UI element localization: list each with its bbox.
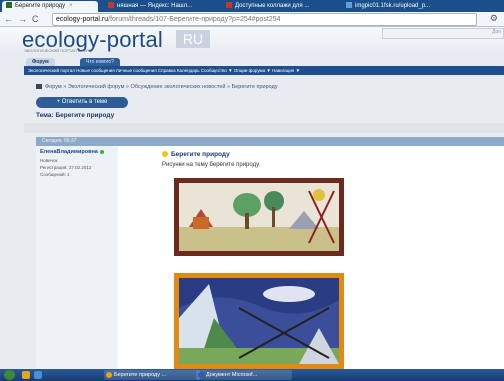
post-text: Рисунки на тему берегите природу. bbox=[162, 162, 261, 168]
site-slogan: ЭКОЛОГИЧЕСКИЙ ПОРТАЛ СФЕРЫ bbox=[24, 48, 93, 53]
forward-arrow-icon[interactable]: → bbox=[18, 13, 27, 25]
taskbar-item-word[interactable]: Документ Microsof... bbox=[196, 370, 292, 380]
browser-tab[interactable]: няшная — Яндекс: Нашл... bbox=[104, 1, 220, 12]
taskbar-item-browser[interactable]: Берегите природу ... bbox=[104, 370, 200, 380]
user-message-count: Сообщений: 1 bbox=[40, 172, 70, 177]
wrench-icon[interactable]: ⚙ bbox=[490, 13, 498, 24]
thread-title: Тема: Берегите природу bbox=[36, 112, 115, 119]
url-path: /forum/threads/107-Берегите-природу?p=25… bbox=[108, 16, 281, 23]
favicon-icon bbox=[6, 2, 12, 9]
os-taskbar: Берегите природу ... Документ Microsof..… bbox=[0, 369, 504, 381]
yandex-favicon-icon bbox=[108, 2, 114, 9]
drawing-image-1[interactable] bbox=[174, 178, 344, 256]
site-header: ecology-portal RU ЭКОЛОГИЧЕСКИЙ ПОРТАЛ С… bbox=[0, 27, 504, 57]
reply-thread-button[interactable]: + Ответить в теме bbox=[36, 97, 128, 108]
back-arrow-icon[interactable]: ← bbox=[4, 13, 13, 25]
post-username[interactable]: ЕленаВладимировна bbox=[40, 149, 104, 155]
search-input[interactable]: Доп bbox=[382, 28, 504, 39]
web-page: ecology-portal RU ЭКОЛОГИЧЕСКИЙ ПОРТАЛ С… bbox=[0, 27, 504, 369]
chrome-icon bbox=[106, 372, 112, 378]
site-logo-suffix: RU bbox=[176, 30, 210, 48]
tab-forum[interactable]: Форум bbox=[26, 58, 55, 66]
browser-toolbar: ← → C ecology-portal.ru/forum/threads/10… bbox=[0, 12, 504, 27]
post-date-bar: Сегодня, 05:37 bbox=[36, 137, 504, 146]
online-status-icon bbox=[99, 149, 104, 154]
browser-tab[interactable]: Доступные коллажи для ... bbox=[222, 1, 338, 12]
tab-close-icon[interactable]: × bbox=[69, 3, 73, 9]
word-icon bbox=[198, 372, 204, 378]
drawing-image-2[interactable] bbox=[174, 273, 344, 369]
address-bar[interactable]: ecology-portal.ru/forum/threads/107-Бере… bbox=[52, 13, 477, 26]
browser-tab-active[interactable]: Берегите природу × bbox=[2, 1, 98, 12]
tab-whats-new[interactable]: Что нового? bbox=[80, 58, 120, 66]
favicon-icon bbox=[226, 2, 232, 9]
user-role: Новичок bbox=[40, 158, 58, 163]
post-user-info: ЕленаВладимировна Новичок Регистрация: 2… bbox=[36, 146, 118, 369]
post: ЕленаВладимировна Новичок Регистрация: 2… bbox=[36, 146, 504, 369]
breadcrumb[interactable]: Форум » Экологический форум » Обсуждение… bbox=[36, 84, 278, 90]
drawing-1-art bbox=[179, 183, 339, 251]
browser-tabbar: Берегите природу × няшная — Яндекс: Нашл.… bbox=[0, 0, 504, 12]
drawing-2-art bbox=[179, 278, 339, 364]
post-title: Берегите природу bbox=[162, 151, 230, 158]
user-registered: Регистрация: 27.02.2012 bbox=[40, 165, 92, 170]
divider bbox=[24, 123, 504, 133]
reload-icon[interactable]: C bbox=[32, 13, 39, 25]
explorer-icon[interactable] bbox=[22, 371, 30, 379]
url-host: ecology-portal.ru bbox=[56, 16, 109, 23]
lightbulb-icon bbox=[162, 151, 168, 158]
forum-nav-strip[interactable]: Экологический портал Новые сообщения Лич… bbox=[24, 66, 504, 75]
browser-tab[interactable]: imgpic01.1fsk.ru/upload_p... bbox=[342, 1, 470, 12]
ie-icon[interactable] bbox=[34, 371, 42, 379]
start-button[interactable] bbox=[4, 370, 15, 380]
favicon-icon bbox=[346, 2, 352, 9]
forum-tabs: Форум Что нового? bbox=[0, 57, 504, 66]
home-icon[interactable] bbox=[36, 84, 42, 90]
